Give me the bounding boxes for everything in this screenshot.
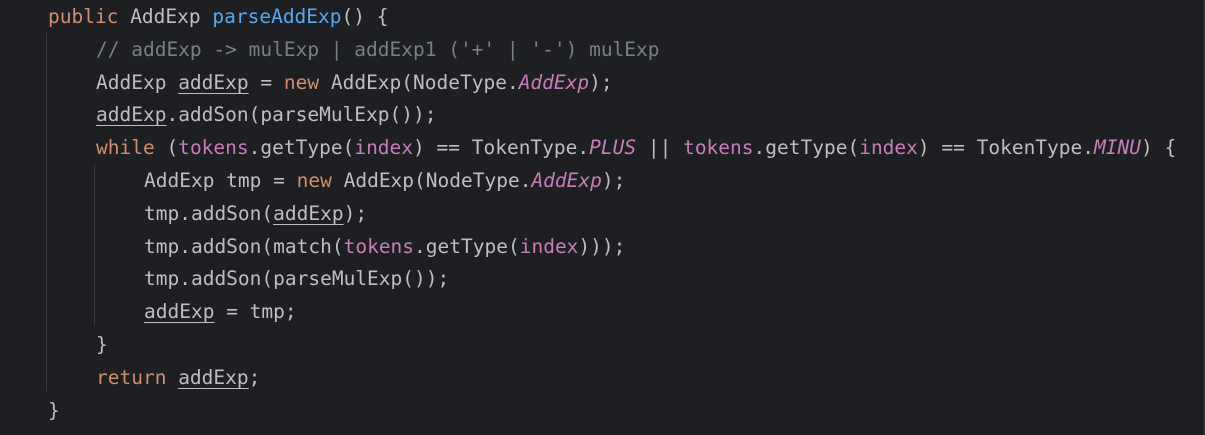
code-token: } <box>48 398 60 422</box>
code-token: AddExp <box>531 169 602 192</box>
code-token: addExp <box>96 103 167 127</box>
code-line[interactable]: tmp.addSon(addExp); <box>144 197 367 230</box>
code-token: addExp <box>144 300 215 324</box>
code-token: ) == TokenType. <box>413 136 590 160</box>
code-token: // addExp -> mulExp | addExp1 ('+' | '-'… <box>96 37 660 61</box>
code-line[interactable]: AddExp addExp = new AddExp(NodeType.AddE… <box>96 66 613 99</box>
code-line[interactable]: addExp.addSon(parseMulExp()); <box>96 98 436 131</box>
code-token: = tmp; <box>214 300 297 324</box>
indent-guide <box>46 33 47 391</box>
code-line[interactable]: tmp.addSon(parseMulExp()); <box>144 262 449 295</box>
code-line[interactable]: addExp = tmp; <box>144 295 297 328</box>
code-token: .addSon(parseMulExp()); <box>166 103 437 127</box>
code-token: AddExp <box>96 70 179 94</box>
code-token: while <box>96 136 167 160</box>
code-token: = <box>248 70 284 94</box>
code-token: .getType( <box>248 136 355 160</box>
code-token: public <box>48 5 131 28</box>
code-token: ); <box>601 169 626 192</box>
code-token: ); <box>343 201 368 225</box>
code-token: ) == TokenType. <box>917 136 1095 160</box>
code-token: MINU <box>1094 136 1141 160</box>
code-token: tmp.addSon(parseMulExp()); <box>144 267 450 291</box>
code-token: parseAddExp <box>212 5 342 28</box>
code-token: .getType( <box>414 234 520 258</box>
code-token: ) { <box>1140 136 1177 160</box>
code-token: tmp.addSon( <box>144 201 274 225</box>
code-token: .getType( <box>753 136 860 160</box>
code-line[interactable]: } <box>48 394 60 427</box>
code-line[interactable]: public AddExp parseAddExp() { <box>48 0 388 33</box>
code-token: addExp <box>273 201 344 225</box>
code-line[interactable]: while (tokens.getType(index) == TokenTyp… <box>96 131 1176 164</box>
code-line[interactable]: return addExp; <box>96 361 260 394</box>
code-token: AddExp(NodeType. <box>343 169 532 192</box>
code-token: index <box>354 136 414 160</box>
code-token: AddExp <box>130 5 213 28</box>
code-token: index <box>859 136 918 160</box>
code-token: new <box>296 169 344 192</box>
code-token: addExp <box>178 365 249 389</box>
code-token: } <box>96 333 108 356</box>
code-line[interactable]: } <box>96 328 108 361</box>
code-token: index <box>519 234 579 258</box>
code-line[interactable]: // addExp -> mulExp | addExp1 ('+' | '-'… <box>96 33 660 66</box>
code-token: ); <box>589 70 613 94</box>
code-token: new <box>283 70 331 94</box>
indent-guide <box>94 165 95 325</box>
code-token: || <box>636 136 684 160</box>
code-editor[interactable]: public AddExp parseAddExp() {// addExp -… <box>0 0 1205 435</box>
code-token: ; <box>248 365 261 389</box>
code-token: tmp.addSon(match( <box>144 234 344 258</box>
code-token: tokens <box>178 136 249 160</box>
code-token: addExp <box>178 70 249 94</box>
code-line[interactable]: tmp.addSon(match(tokens.getType(index)))… <box>144 230 625 263</box>
code-line[interactable]: AddExp tmp = new AddExp(NodeType.AddExp)… <box>144 164 625 197</box>
code-token: AddExp <box>518 70 590 94</box>
code-token: tokens <box>683 136 754 160</box>
code-token: AddExp tmp = <box>144 169 297 192</box>
code-token: () { <box>341 5 389 28</box>
code-token: tokens <box>343 234 415 258</box>
code-token: PLUS <box>589 136 637 160</box>
code-token: ))); <box>578 234 626 258</box>
code-token: ( <box>166 136 179 160</box>
code-token: return <box>96 365 179 389</box>
code-token: AddExp(NodeType. <box>330 70 519 94</box>
